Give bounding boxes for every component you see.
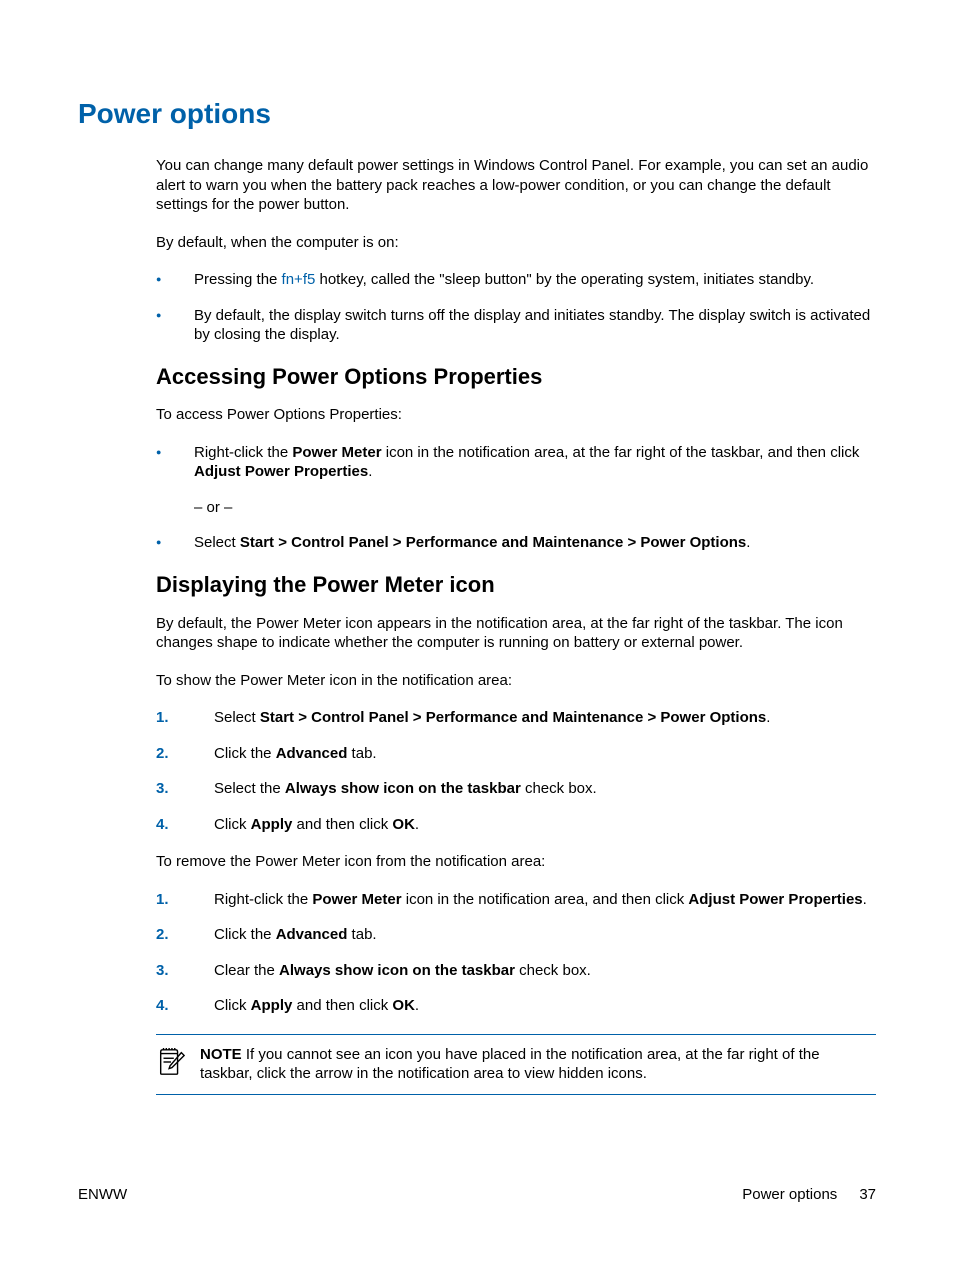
footer-right: Power options 37: [742, 1185, 876, 1205]
text: .: [766, 709, 770, 726]
text: check box.: [521, 780, 597, 797]
text: .: [863, 891, 867, 908]
bold-text: Adjust Power Properties: [194, 463, 368, 480]
note-body: If you cannot see an icon you have place…: [200, 1046, 820, 1083]
text: .: [415, 997, 419, 1014]
show-steps-list: Select Start > Control Panel > Performan…: [156, 708, 876, 834]
text: Select the: [214, 780, 285, 797]
text: Right-click the: [194, 444, 292, 461]
footer-left: ENWW: [78, 1185, 127, 1205]
bold-text: Start > Control Panel > Performance and …: [240, 534, 746, 551]
text: Select: [194, 534, 240, 551]
hotkey-link: fn+f5: [282, 271, 316, 288]
text: Click the: [214, 926, 276, 943]
text: Click: [214, 816, 251, 833]
bold-text: Adjust Power Properties: [688, 891, 862, 908]
body-content: You can change many default power settin…: [156, 156, 876, 1094]
section2-remove-intro: To remove the Power Meter icon from the …: [156, 852, 876, 872]
text: check box.: [515, 962, 591, 979]
bold-text: OK: [392, 816, 415, 833]
text: and then click: [292, 816, 392, 833]
bold-text: Power Meter: [292, 444, 381, 461]
bold-text: Apply: [251, 997, 293, 1014]
bold-text: Advanced: [276, 926, 348, 943]
bold-text: Always show icon on the taskbar: [285, 780, 521, 797]
section2-show-intro: To show the Power Meter icon in the noti…: [156, 671, 876, 691]
note-label: NOTE: [200, 1046, 242, 1063]
bold-text: OK: [392, 997, 415, 1014]
section1-bullet-2: Select Start > Control Panel > Performan…: [156, 533, 876, 553]
bold-text: Apply: [251, 816, 293, 833]
remove-step-4: Click Apply and then click OK.: [156, 996, 876, 1016]
show-step-1: Select Start > Control Panel > Performan…: [156, 708, 876, 728]
bold-text: Advanced: [276, 745, 348, 762]
text: tab.: [347, 745, 376, 762]
intro-bullet-list: Pressing the fn+f5 hotkey, called the "s…: [156, 270, 876, 345]
show-step-4: Click Apply and then click OK.: [156, 815, 876, 835]
text: and then click: [292, 997, 392, 1014]
remove-step-2: Click the Advanced tab.: [156, 925, 876, 945]
section-heading-accessing: Accessing Power Options Properties: [156, 363, 876, 392]
text: .: [746, 534, 750, 551]
intro-paragraph-1: You can change many default power settin…: [156, 156, 876, 215]
show-step-3: Select the Always show icon on the taskb…: [156, 779, 876, 799]
text: Right-click the: [214, 891, 312, 908]
note-icon: [156, 1047, 186, 1077]
or-separator: – or –: [194, 498, 876, 518]
note-content: NOTE If you cannot see an icon you have …: [200, 1045, 876, 1084]
bold-text: Always show icon on the taskbar: [279, 962, 515, 979]
bold-text: Start > Control Panel > Performance and …: [260, 709, 766, 726]
remove-step-3: Clear the Always show icon on the taskba…: [156, 961, 876, 981]
note-box: NOTE If you cannot see an icon you have …: [156, 1034, 876, 1095]
text: .: [368, 463, 372, 480]
section2-intro: By default, the Power Meter icon appears…: [156, 614, 876, 653]
text: tab.: [347, 926, 376, 943]
text: Select: [214, 709, 260, 726]
text: hotkey, called the "sleep button" by the…: [315, 271, 814, 288]
intro-bullet-1: Pressing the fn+f5 hotkey, called the "s…: [156, 270, 876, 290]
text: Click the: [214, 745, 276, 762]
section1-bullet-1: Right-click the Power Meter icon in the …: [156, 443, 876, 482]
footer-section-label: Power options: [742, 1185, 837, 1205]
text: icon in the notification area, and then …: [402, 891, 689, 908]
page-content: Power options You can change many defaul…: [0, 0, 954, 1095]
text: .: [415, 816, 419, 833]
section1-bullets-2: Select Start > Control Panel > Performan…: [156, 533, 876, 553]
remove-step-1: Right-click the Power Meter icon in the …: [156, 890, 876, 910]
section-heading-displaying: Displaying the Power Meter icon: [156, 571, 876, 600]
section1-bullets: Right-click the Power Meter icon in the …: [156, 443, 876, 482]
main-heading: Power options: [78, 96, 876, 132]
show-step-2: Click the Advanced tab.: [156, 744, 876, 764]
remove-steps-list: Right-click the Power Meter icon in the …: [156, 890, 876, 1016]
intro-bullet-2: By default, the display switch turns off…: [156, 306, 876, 345]
text: Pressing the: [194, 271, 282, 288]
section1-intro: To access Power Options Properties:: [156, 405, 876, 425]
text: Clear the: [214, 962, 279, 979]
page-number: 37: [859, 1185, 876, 1205]
page-footer: ENWW Power options 37: [78, 1185, 876, 1205]
text: Click: [214, 997, 251, 1014]
text: icon in the notification area, at the fa…: [382, 444, 860, 461]
bold-text: Power Meter: [312, 891, 401, 908]
intro-paragraph-2: By default, when the computer is on:: [156, 233, 876, 253]
